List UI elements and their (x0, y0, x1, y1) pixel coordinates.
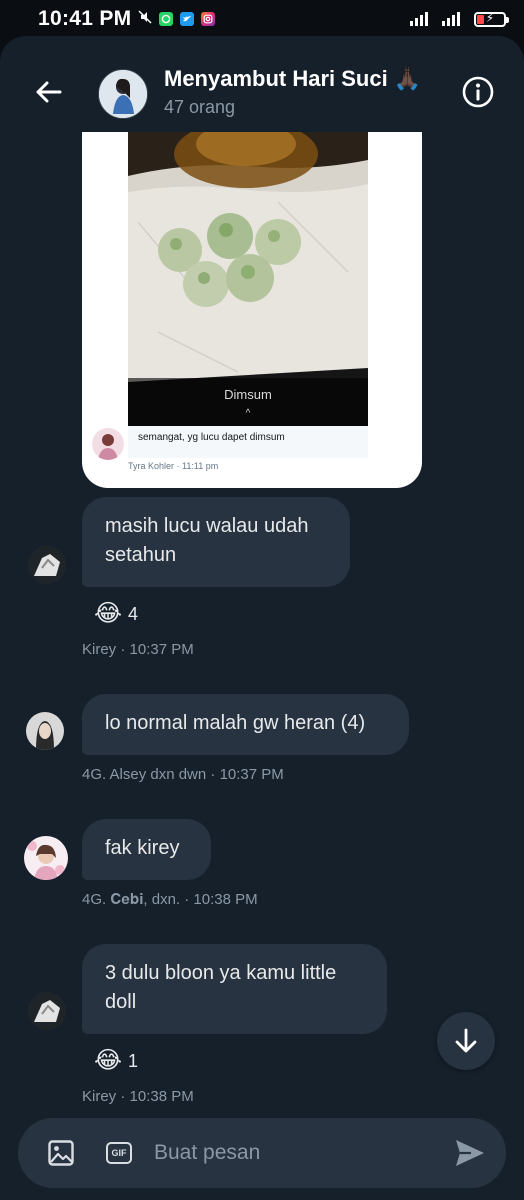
add-gif-button[interactable]: GIF (103, 1137, 135, 1169)
message-composer: GIF (18, 1118, 506, 1188)
avatar-cebi[interactable] (24, 836, 68, 880)
message-meta: 4G. 𝐂𝐞𝐛𝐢, dxn. · 10:38 PM (82, 891, 258, 908)
reaction-count: 1 (128, 1050, 139, 1071)
message-input[interactable] (154, 1140, 434, 1166)
message-meta: Kirey · 10:38 PM (82, 1088, 194, 1105)
arrow-left-icon (36, 81, 62, 103)
member-count: 47 orang (164, 97, 236, 117)
status-bar: 10:41 PM ⚡ (0, 0, 524, 38)
cell-signal-icon (442, 12, 460, 26)
message-bubble[interactable]: lo normal malah gw heran (4) (82, 694, 409, 755)
folded-hands-emoji: 🙏🏿 (393, 66, 422, 91)
twitter-icon (180, 12, 195, 26)
back-button[interactable] (30, 74, 66, 110)
message-meta: Kirey · 10:37 PM (82, 641, 194, 658)
send-button[interactable] (452, 1137, 488, 1169)
conversation-panel: Menyambut Hari Suci 🙏🏿 47 orang Dimsum ^… (0, 36, 524, 1200)
battery-charging-icon: ⚡ (474, 11, 509, 27)
gif-icon: GIF (106, 1142, 132, 1164)
info-icon (462, 76, 494, 108)
photo-caption: Dimsum ^ (128, 378, 368, 426)
avatar-kirey[interactable] (28, 546, 66, 584)
message-meta: 4G. Alsey dxn dwn · 10:37 PM (82, 766, 284, 783)
status-time: 10:41 PM (38, 7, 132, 30)
send-icon (456, 1140, 484, 1166)
instagram-icon (201, 12, 216, 26)
chevron-up-icon: ^ (245, 408, 251, 419)
add-image-button[interactable] (45, 1137, 77, 1169)
tweet-comment: semangat, yg lucu dapet dimsum (138, 432, 285, 443)
info-button[interactable] (460, 74, 496, 110)
conversation-header: Menyambut Hari Suci 🙏🏿 47 orang (0, 36, 524, 136)
scroll-to-bottom-button[interactable] (437, 1012, 495, 1070)
image-icon (48, 1140, 74, 1166)
message-bubble[interactable]: 3 dulu bloon ya kamu little doll (82, 944, 387, 1034)
tweet-avatar (92, 428, 124, 460)
reaction-count: 4 (128, 603, 139, 624)
whatsapp-icon (159, 12, 174, 26)
message-bubble[interactable]: masih lucu walau udah setahun (82, 497, 350, 587)
avatar-kirey[interactable] (28, 992, 66, 1030)
message-bubble[interactable]: fak kirey (82, 819, 211, 880)
tweet-screenshot: Dimsum ^ (128, 132, 368, 458)
image-message[interactable]: Dimsum ^ semangat, yg lucu dapet dimsum … (82, 132, 422, 488)
mute-icon (138, 9, 152, 29)
avatar-alsey[interactable] (26, 712, 64, 750)
wifi-signal-icon (410, 12, 428, 26)
reaction-chip[interactable]: 😂 4 (94, 602, 138, 626)
tweet-meta: Tyra Kohler · 11:11 pm (128, 461, 219, 471)
group-title: Menyambut Hari Suci 🙏🏿 (164, 66, 422, 91)
group-avatar[interactable] (98, 69, 148, 119)
dimsum-photo: Dimsum ^ (128, 132, 368, 426)
arrow-down-icon (455, 1028, 477, 1053)
reaction-chip[interactable]: 😂 1 (94, 1049, 138, 1073)
laughing-face-emoji: 😂 (94, 1047, 123, 1074)
laughing-face-emoji: 😂 (94, 600, 123, 627)
